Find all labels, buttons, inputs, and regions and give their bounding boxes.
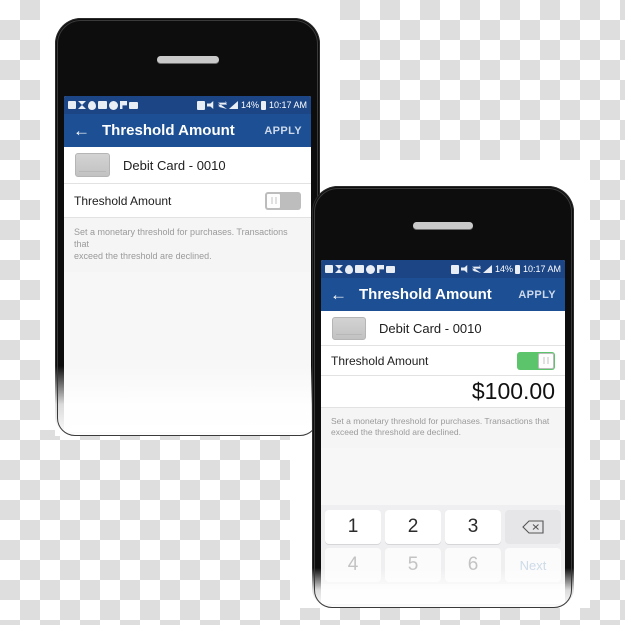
status-bar-left-icons	[68, 100, 138, 110]
status-bar-left-icons-2	[325, 264, 395, 274]
sync-icon	[471, 265, 481, 273]
key-next[interactable]: Next	[505, 548, 561, 582]
phone-right-screen: 14% 10:17 AM ← Threshold Amount APPLY De…	[321, 260, 565, 604]
content-filler-right	[321, 448, 565, 505]
signal-bars-icon	[228, 101, 238, 109]
key-backspace[interactable]	[505, 510, 561, 544]
sync-icon	[217, 101, 227, 109]
do-not-disturb-icon	[366, 264, 375, 274]
keypad-row-1: 1 2 3	[323, 508, 563, 546]
threshold-amount-value: $100.00	[471, 378, 555, 404]
debit-card-label: Debit Card - 0010	[123, 157, 226, 173]
app-bar-right: ← Threshold Amount APPLY	[321, 278, 565, 311]
keypad-row-2: 4 5 6 Next	[323, 546, 563, 584]
credit-card-icon	[75, 153, 110, 177]
debit-card-label: Debit Card - 0010	[379, 320, 482, 336]
do-not-disturb-icon	[109, 100, 118, 110]
page-title: Threshold Amount	[359, 286, 492, 303]
signal-bars-icon	[482, 265, 492, 273]
key-6[interactable]: 6	[445, 548, 501, 582]
key-4[interactable]: 4	[325, 548, 381, 582]
helper-text-line-1: Set a monetary threshold for purchases. …	[331, 416, 550, 426]
battery-icon	[514, 264, 520, 274]
helper-text-line-1: Set a monetary threshold for purchases. …	[74, 227, 288, 249]
helper-text-block-right: Set a monetary threshold for purchases. …	[321, 408, 565, 448]
flag-icon	[120, 101, 127, 109]
back-arrow-icon[interactable]: ←	[73, 122, 90, 139]
earpiece-speaker-right	[413, 222, 473, 229]
location-icon	[88, 100, 96, 110]
helper-text-line-2: exceed the threshold are declined.	[74, 251, 212, 261]
threshold-amount-value-row[interactable]: $100.00	[321, 376, 565, 408]
canvas-stage: 14% 10:17 AM ← Threshold Amount APPLY De…	[0, 0, 625, 625]
key-2[interactable]: 2	[385, 510, 441, 544]
helper-text-line-2: exceed the threshold are declined.	[331, 427, 461, 437]
earpiece-speaker-left	[156, 56, 219, 63]
back-arrow-icon[interactable]: ←	[330, 286, 347, 303]
phone-left-screen: 14% 10:17 AM ← Threshold Amount APPLY De…	[64, 96, 311, 432]
status-bar-right-icons: 14% 10:17 AM	[196, 99, 307, 110]
debit-card-row[interactable]: Debit Card - 0010	[64, 147, 311, 184]
battery-icon	[260, 100, 266, 110]
debit-card-row[interactable]: Debit Card - 0010	[321, 311, 565, 346]
clock-label: 10:17 AM	[522, 263, 561, 274]
usb-debug-icon	[78, 101, 86, 109]
email-icon	[129, 101, 138, 109]
status-bar-right: 14% 10:17 AM	[321, 260, 565, 278]
battery-percent-label: 14%	[240, 99, 259, 110]
screenshot-icon	[355, 265, 364, 273]
apply-button[interactable]: APPLY	[518, 289, 556, 301]
app-bar-left: ← Threshold Amount APPLY	[64, 114, 311, 147]
helper-text-block-left: Set a monetary threshold for purchases. …	[64, 218, 311, 272]
status-bar-left: 14% 10:17 AM	[64, 96, 311, 114]
mute-icon	[206, 101, 214, 109]
toggle-knob	[538, 352, 554, 369]
backspace-icon	[522, 520, 544, 534]
toggle-knob	[266, 192, 282, 209]
location-icon	[345, 264, 353, 274]
flag-icon	[377, 265, 384, 273]
apply-button[interactable]: APPLY	[264, 125, 302, 137]
numeric-keypad: 1 2 3 4 5 6 Next	[321, 505, 565, 584]
nfc-icon	[450, 264, 459, 274]
page-title: Threshold Amount	[102, 122, 235, 139]
phone-left-frame: 14% 10:17 AM ← Threshold Amount APPLY De…	[55, 18, 320, 436]
key-5[interactable]: 5	[385, 548, 441, 582]
content-filler-left	[64, 272, 311, 432]
email-icon	[386, 265, 395, 273]
screenshot-icon	[98, 101, 107, 109]
threshold-toggle-switch[interactable]	[517, 351, 555, 370]
phone-right-frame: 14% 10:17 AM ← Threshold Amount APPLY De…	[312, 186, 574, 608]
battery-percent-label: 14%	[494, 263, 513, 274]
key-3[interactable]: 3	[445, 510, 501, 544]
threshold-amount-row[interactable]: Threshold Amount	[64, 184, 311, 218]
threshold-amount-label: Threshold Amount	[74, 193, 172, 208]
mute-icon	[460, 265, 468, 273]
threshold-toggle-switch[interactable]	[265, 191, 301, 210]
usb-debug-icon	[335, 265, 343, 273]
credit-card-icon	[332, 316, 366, 340]
nfc-icon	[196, 100, 205, 110]
save-icon	[325, 265, 333, 273]
status-bar-right-icons-2: 14% 10:17 AM	[450, 263, 561, 274]
save-icon	[68, 101, 76, 109]
threshold-amount-label: Threshold Amount	[331, 353, 429, 368]
clock-label: 10:17 AM	[268, 99, 307, 110]
threshold-amount-row[interactable]: Threshold Amount	[321, 346, 565, 376]
key-1[interactable]: 1	[325, 510, 381, 544]
